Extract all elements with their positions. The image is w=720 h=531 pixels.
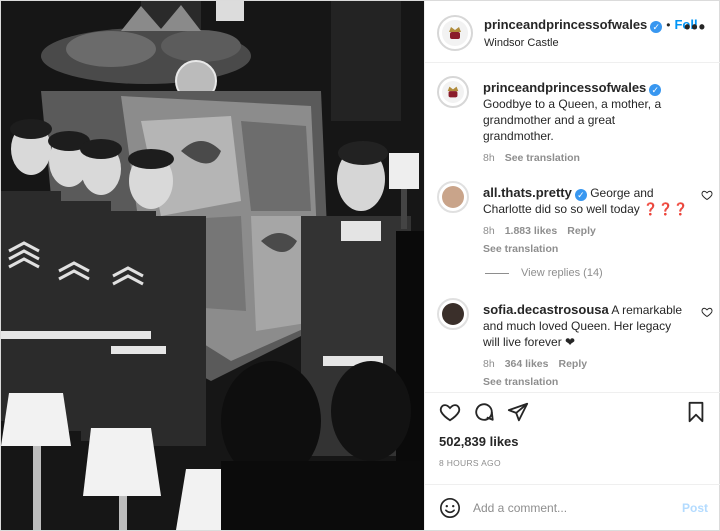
caption-username[interactable]: princeandprincessofwales xyxy=(483,80,646,95)
instagram-post: princeandprincessofwales ✓ • Foll Windsor C… xyxy=(0,0,720,531)
header-username[interactable]: princeandprincessofwales xyxy=(484,17,647,32)
comment-body: all.thats.pretty ✓ George and Charlotte d… xyxy=(483,185,688,257)
comment-likes[interactable]: 1.883 likes xyxy=(505,225,558,237)
add-comment-input[interactable] xyxy=(473,497,663,519)
comment-time: 8h xyxy=(483,358,495,370)
commenter-avatar[interactable] xyxy=(437,298,469,330)
comment-likes[interactable]: 364 likes xyxy=(505,358,549,370)
like-comment-heart-icon[interactable] xyxy=(701,189,713,201)
commenter-avatar[interactable] xyxy=(437,181,469,213)
caption-text: Goodbye to a Queen, a mother, a grandmot… xyxy=(483,97,662,143)
reply-button[interactable]: Reply xyxy=(558,358,587,370)
post-header: princeandprincessofwales ✓ • Foll Windsor C… xyxy=(425,1,720,63)
like-comment-heart-icon[interactable] xyxy=(701,306,713,318)
comment-username[interactable]: sofia.decastrosousa xyxy=(483,302,609,317)
more-options-icon[interactable]: ••• xyxy=(684,18,706,36)
verified-badge-icon: ✓ xyxy=(649,84,662,96)
header-username-row: princeandprincessofwales ✓ • Foll xyxy=(484,17,698,33)
royal-crest-icon xyxy=(449,27,461,39)
royal-crest-icon xyxy=(447,86,459,98)
separator-dot: • xyxy=(666,18,671,32)
comment-meta: 8h 364 likes Reply xyxy=(483,356,688,372)
view-replies[interactable]: View replies (14) xyxy=(485,267,603,279)
post-actions xyxy=(425,392,720,432)
reply-button[interactable]: Reply xyxy=(567,225,596,237)
view-replies-line xyxy=(485,272,509,274)
see-translation-link[interactable]: See translation xyxy=(505,152,580,164)
see-translation-link[interactable]: See translation xyxy=(483,374,688,390)
comment-time: 8h xyxy=(483,225,495,237)
comments-section: princeandprincessofwales ✓ Goodbye to a Q… xyxy=(425,64,720,392)
see-translation-link[interactable]: See translation xyxy=(483,241,688,257)
post-photo[interactable] xyxy=(1,1,424,530)
caption-body: princeandprincessofwales ✓ Goodbye to a Q… xyxy=(483,80,688,166)
caption-avatar[interactable] xyxy=(437,76,469,108)
post-side-panel: princeandprincessofwales ✓ • Foll Windsor C… xyxy=(424,1,720,530)
verified-badge-icon: ✓ xyxy=(650,21,663,33)
post-comment-button[interactable]: Post xyxy=(682,501,708,515)
paper-plane-icon[interactable] xyxy=(507,401,529,423)
caption-meta: 8h See translation xyxy=(483,150,688,166)
likes-count[interactable]: 502,839 likes xyxy=(439,434,519,449)
view-replies-label[interactable]: View replies (14) xyxy=(521,267,603,279)
add-comment-bar: Post xyxy=(425,484,720,530)
smiley-icon[interactable] xyxy=(439,497,461,519)
comment-body: sofia.decastrosousa A remarkable and muc… xyxy=(483,302,688,390)
caption-time: 8h xyxy=(483,152,495,164)
header-location[interactable]: Windsor Castle xyxy=(484,37,559,49)
verified-badge-icon: ✓ xyxy=(574,189,587,201)
comment-meta: 8h 1.883 likes Reply xyxy=(483,223,688,239)
post-timestamp: 8 HOURS AGO xyxy=(439,458,501,468)
heart-icon[interactable] xyxy=(439,401,461,423)
comment-username[interactable]: all.thats.pretty xyxy=(483,185,572,200)
bookmark-icon[interactable] xyxy=(685,401,707,423)
account-avatar[interactable] xyxy=(437,15,473,51)
comment-bubble-icon[interactable] xyxy=(473,401,495,423)
funeral-procession-photo xyxy=(1,1,424,530)
